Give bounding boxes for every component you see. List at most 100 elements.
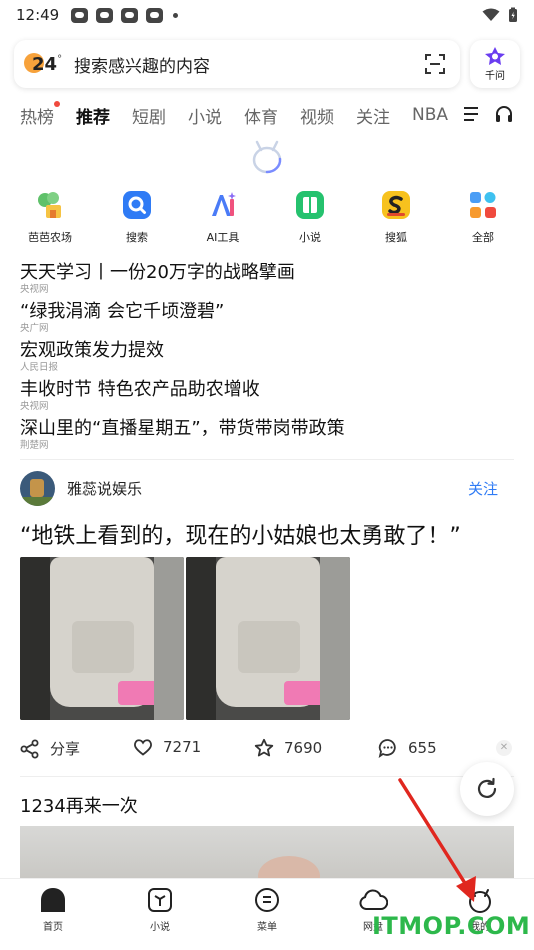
comment-button[interactable]: 655	[378, 738, 437, 758]
hot-news-title: 丰收时节 特色农产品助农增收	[20, 379, 260, 400]
divider	[20, 459, 514, 460]
app-label: 搜索	[126, 231, 148, 244]
post-image[interactable]	[20, 557, 184, 720]
next-post-title[interactable]: 1234再来一次	[20, 792, 138, 818]
post-title[interactable]: “地铁上看到的，现在的小姑娘也太勇敢了！”	[20, 518, 520, 550]
hot-news-source: 央视网	[20, 401, 49, 412]
tab-label: 热榜	[20, 107, 54, 128]
heart-icon	[134, 739, 152, 756]
app-label: 小说	[299, 231, 321, 244]
tab-follow[interactable]: 关注	[356, 103, 390, 128]
app-label: 全部	[472, 231, 494, 244]
hot-news-title: “绿我涓滴 会它千顷澄碧”	[20, 301, 225, 322]
hot-news-title: 天天学习丨一份20万字的战略擘画	[20, 262, 295, 283]
image-shadow-area	[20, 557, 50, 720]
scan-icon[interactable]	[424, 53, 446, 75]
hot-news-source: 人民日报	[20, 362, 59, 373]
tab-short-drama[interactable]: 短剧	[132, 103, 166, 128]
status-time: 12:49	[16, 6, 60, 24]
app-ai-tools[interactable]: AI工具	[188, 190, 258, 245]
comment-icon	[378, 739, 396, 758]
all-apps-icon	[470, 192, 496, 218]
more-notifications-icon	[173, 12, 179, 18]
hot-news-title: 深山里的“直播星期五”，带货带岗带政策	[20, 418, 345, 439]
novel-icon	[296, 191, 324, 219]
follow-button[interactable]: 关注	[468, 478, 498, 499]
app-all[interactable]: 全部	[448, 190, 518, 245]
nav-label: 菜单	[257, 922, 277, 933]
wifi-icon	[482, 8, 500, 21]
watermark: ITMOP.COM	[372, 912, 531, 940]
notification-icon	[96, 7, 114, 23]
nav-label: 首页	[43, 922, 63, 933]
search-icon	[123, 191, 151, 219]
like-button[interactable]: 7271	[133, 738, 201, 756]
hot-news-item[interactable]: 宏观政策发力提效 人民日报	[20, 340, 520, 379]
app-search[interactable]: 搜索	[102, 190, 172, 245]
tab-hot[interactable]: 热榜	[20, 100, 60, 128]
hot-news-title: 宏观政策发力提效	[20, 340, 164, 361]
hot-news-source: 荆楚网	[20, 440, 49, 451]
search-bar[interactable]: 24 ° 搜索感兴趣的内容	[14, 40, 460, 88]
hot-news-source: 央广网	[20, 323, 49, 334]
app-novel[interactable]: 小说	[275, 190, 345, 245]
annotation-arrow-icon	[398, 778, 476, 902]
nav-novel[interactable]: 小说	[120, 887, 200, 933]
loading-logo-icon	[252, 140, 282, 174]
post-author-row: 雅蕊说娱乐 关注	[20, 470, 514, 506]
ai-tools-icon	[212, 192, 236, 216]
favorite-button[interactable]: 7690	[254, 738, 322, 758]
app-farm[interactable]: 芭芭农场	[15, 190, 85, 245]
nav-menu[interactable]: 菜单	[227, 887, 307, 933]
app-sohu[interactable]: 搜狐	[361, 190, 431, 245]
author-avatar[interactable]	[20, 470, 55, 506]
qianwen-label: 千问	[485, 71, 505, 82]
nav-label: 小说	[150, 922, 170, 933]
red-dot-badge	[54, 100, 60, 107]
qianwen-icon	[485, 47, 505, 65]
cloud-icon	[359, 889, 388, 910]
image-coat	[154, 557, 184, 720]
hot-news-item[interactable]: 丰收时节 特色农产品助农增收 央视网	[20, 379, 520, 418]
hot-news-source: 央视网	[20, 284, 49, 295]
notification-icon	[71, 7, 89, 23]
hot-news-list: 天天学习丨一份20万字的战略擘画 央视网 “绿我涓滴 会它千顷澄碧” 央广网 宏…	[20, 262, 520, 457]
tab-video[interactable]: 视频	[300, 103, 334, 128]
farm-icon	[38, 192, 61, 218]
share-button[interactable]: 分享	[20, 738, 80, 759]
share-label: 分享	[50, 740, 81, 758]
app-label: AI工具	[206, 231, 240, 244]
channel-menu-icon[interactable]	[464, 107, 480, 121]
post-actions: 分享 7271 7690 655	[20, 736, 514, 762]
comment-count: 655	[408, 739, 437, 757]
headset-icon[interactable]	[494, 104, 514, 124]
tab-sports[interactable]: 体育	[244, 103, 278, 128]
tab-recommended[interactable]: 推荐	[76, 103, 110, 128]
degree-symbol: °	[57, 53, 63, 65]
nav-home[interactable]: 首页	[13, 887, 93, 933]
tab-nba[interactable]: NBA	[412, 105, 448, 125]
image-pocket	[72, 621, 134, 673]
image-coat	[320, 557, 350, 720]
post-image[interactable]	[186, 557, 350, 720]
star-icon	[254, 738, 274, 757]
notification-icon	[121, 7, 139, 23]
sohu-icon	[382, 191, 410, 219]
app-label: 芭芭农场	[28, 231, 72, 244]
author-name[interactable]: 雅蕊说娱乐	[67, 478, 142, 499]
menu-icon	[255, 888, 279, 912]
weather-widget[interactable]: 24 °	[22, 48, 66, 80]
tab-novel[interactable]: 小说	[188, 103, 222, 128]
weather-temperature: 24	[32, 53, 58, 75]
hot-news-item[interactable]: 深山里的“直播星期五”，带货带岗带政策 荆楚网	[20, 418, 520, 457]
hot-news-item[interactable]: “绿我涓滴 会它千顷澄碧” 央广网	[20, 301, 520, 340]
book-icon	[148, 888, 172, 912]
search-placeholder[interactable]: 搜索感兴趣的内容	[74, 52, 424, 77]
dismiss-icon[interactable]: ✕	[496, 740, 512, 756]
hot-news-item[interactable]: 天天学习丨一份20万字的战略擘画 央视网	[20, 262, 520, 301]
qianwen-button[interactable]: 千问	[470, 40, 520, 88]
battery-icon	[509, 7, 517, 22]
post-images	[20, 557, 350, 720]
image-shadow-area	[186, 557, 216, 720]
share-icon	[20, 739, 39, 758]
